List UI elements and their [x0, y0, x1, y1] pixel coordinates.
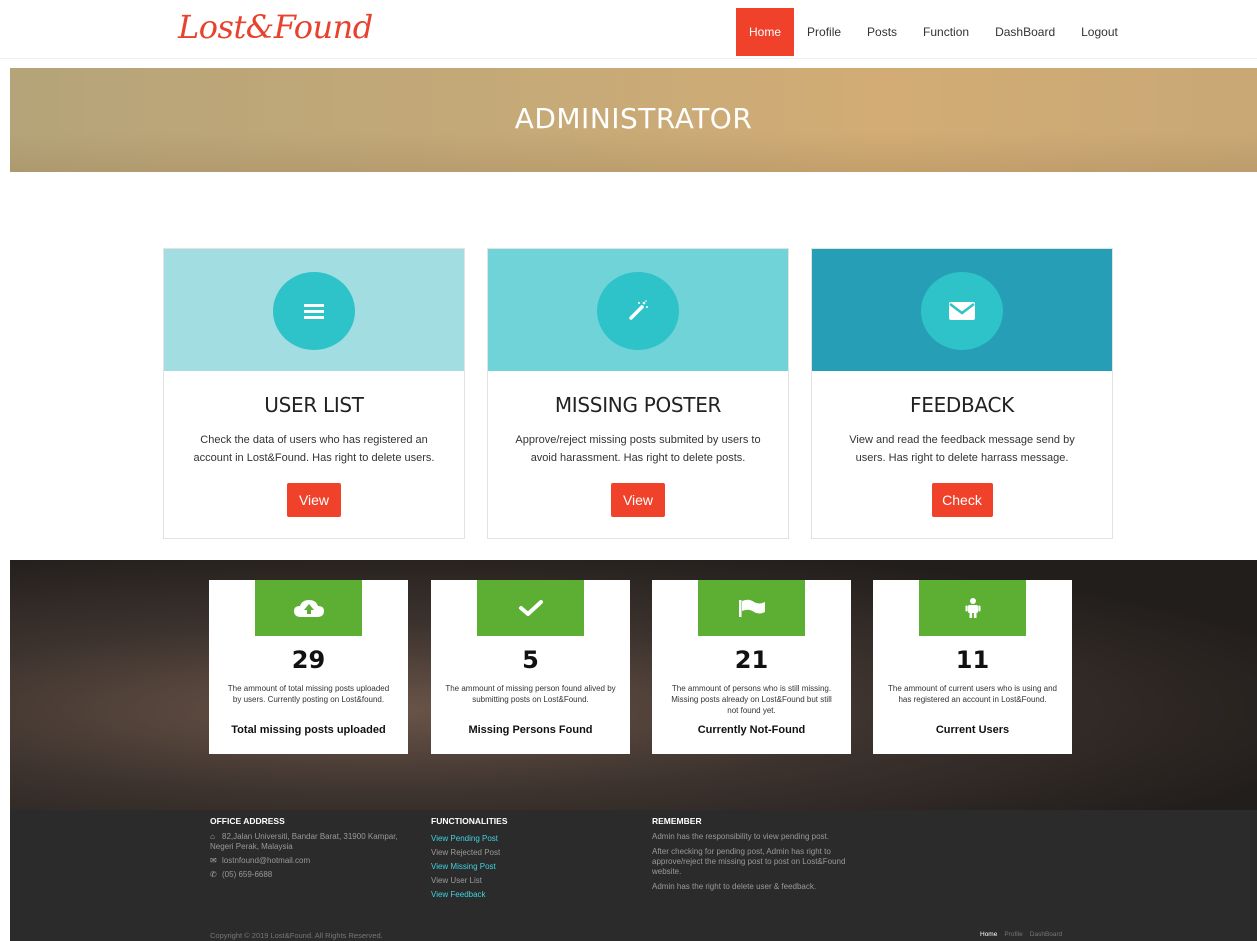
- stat-label: Total missing posts uploaded: [231, 724, 386, 736]
- site-logo[interactable]: Lost&Found: [178, 8, 373, 46]
- remember-heading: REMEMBER: [652, 816, 702, 826]
- stat-label: Current Users: [935, 724, 1010, 736]
- stat-description: The ammount of missing person found aliv…: [445, 684, 616, 704]
- page-title: ADMINISTRATOR: [514, 102, 753, 135]
- main-nav: Home Profile Posts Function DashBoard Lo…: [736, 8, 1131, 56]
- card-header: [812, 249, 1112, 371]
- stat-description: The ammount of persons who is still miss…: [671, 684, 832, 715]
- card-title: MISSING POSTER: [554, 393, 722, 417]
- office-address-heading: OFFICE ADDRESS: [210, 816, 285, 826]
- nav-function[interactable]: Function: [910, 8, 982, 56]
- user-list-card: USER LIST Check the data of users who ha…: [163, 248, 465, 539]
- link-view-missing-post[interactable]: View Missing Post: [431, 860, 621, 874]
- stat-description: The ammount of current users who is usin…: [888, 684, 1057, 704]
- stat-label: Currently Not-Found: [697, 724, 806, 736]
- card-header: [488, 249, 788, 371]
- office-address-column: OFFICE ADDRESS ⌂ 82,Jalan Universiti, Ban…: [210, 816, 400, 884]
- stat-number: 29: [291, 646, 326, 674]
- nav-dashboard[interactable]: DashBoard: [982, 8, 1068, 56]
- stat-found: 5 The ammount of missing person found al…: [431, 580, 630, 754]
- address-line: ⌂ 82,Jalan Universiti, Bandar Barat, 3190…: [210, 832, 398, 851]
- person-icon: [919, 580, 1026, 636]
- stat-description: The ammount of total missing posts uploa…: [227, 684, 390, 704]
- home-icon: ⌂: [210, 832, 215, 841]
- footer-nav-profile[interactable]: Profile: [1004, 931, 1022, 938]
- remember-line: After checking for pending post, Admin h…: [652, 847, 846, 876]
- remember-line: Admin has the right to delete user & fee…: [652, 882, 817, 891]
- nav-home[interactable]: Home: [736, 8, 795, 56]
- nav-posts[interactable]: Posts: [854, 8, 910, 56]
- stat-number: 11: [955, 646, 990, 674]
- envelope-icon: [921, 272, 1003, 350]
- stat-number: 5: [522, 646, 539, 674]
- nav-logout[interactable]: Logout: [1068, 8, 1131, 56]
- link-view-pending-post[interactable]: View Pending Post: [431, 832, 621, 846]
- magic-wand-icon: [597, 272, 679, 350]
- card-header: [164, 249, 464, 371]
- phone-line: ✆ (05) 659-6688: [210, 870, 273, 879]
- stats-section: 29 The ammount of total missing posts up…: [10, 560, 1257, 810]
- card-description: Check the data of users who has register…: [193, 434, 435, 464]
- stat-users: 11 The ammount of current users who is u…: [873, 580, 1072, 754]
- email-line: ✉ lostnfound@hotmail.com: [210, 856, 311, 865]
- phone-icon: ✆: [210, 870, 217, 879]
- flag-icon: [698, 580, 805, 636]
- card-description: Approve/reject missing posts submited by…: [515, 434, 761, 464]
- feedback-card: FEEDBACK View and read the feedback mess…: [811, 248, 1113, 539]
- view-missing-poster-button[interactable]: View: [611, 483, 665, 517]
- footer: OFFICE ADDRESS ⌂ 82,Jalan Universiti, Ban…: [10, 810, 1257, 941]
- copyright: Copyright © 2019 Lost&Found. All Rights …: [210, 931, 383, 940]
- stat-not-found: 21 The ammount of persons who is still m…: [652, 580, 851, 754]
- card-title: USER LIST: [264, 393, 364, 417]
- link-view-rejected-post[interactable]: View Rejected Post: [431, 846, 621, 860]
- missing-poster-card: MISSING POSTER Approve/reject missing po…: [487, 248, 789, 539]
- envelope-icon: ✉: [210, 856, 217, 865]
- link-view-user-list[interactable]: View User List: [431, 874, 621, 888]
- link-view-feedback[interactable]: View Feedback: [431, 888, 621, 902]
- stat-number: 21: [734, 646, 769, 674]
- card-description: View and read the feedback message send …: [849, 434, 1075, 464]
- stat-label: Missing Persons Found: [468, 724, 593, 736]
- check-feedback-button[interactable]: Check: [931, 483, 993, 517]
- nav-profile[interactable]: Profile: [794, 8, 854, 56]
- remember-line: Admin has the responsibility to view pen…: [652, 832, 829, 841]
- footer-nav: Home Profile DashBoard: [980, 931, 1062, 938]
- view-user-list-button[interactable]: View: [287, 483, 341, 517]
- stat-total-posts: 29 The ammount of total missing posts up…: [209, 580, 408, 754]
- functionalities-column: FUNCTIONALITIES View Pending Post View R…: [431, 816, 621, 902]
- check-icon: [477, 580, 584, 636]
- list-icon: [273, 272, 355, 350]
- page-banner: ADMINISTRATOR: [10, 68, 1257, 172]
- remember-column: REMEMBER Admin has the responsibility to…: [652, 816, 852, 896]
- card-title: FEEDBACK: [910, 393, 1014, 417]
- cloud-upload-icon: [255, 580, 362, 636]
- functionalities-heading: FUNCTIONALITIES: [431, 816, 508, 826]
- footer-nav-dashboard[interactable]: DashBoard: [1030, 931, 1063, 938]
- navbar: Lost&Found Home Profile Posts Function D…: [0, 0, 1257, 59]
- footer-nav-home[interactable]: Home: [980, 931, 997, 938]
